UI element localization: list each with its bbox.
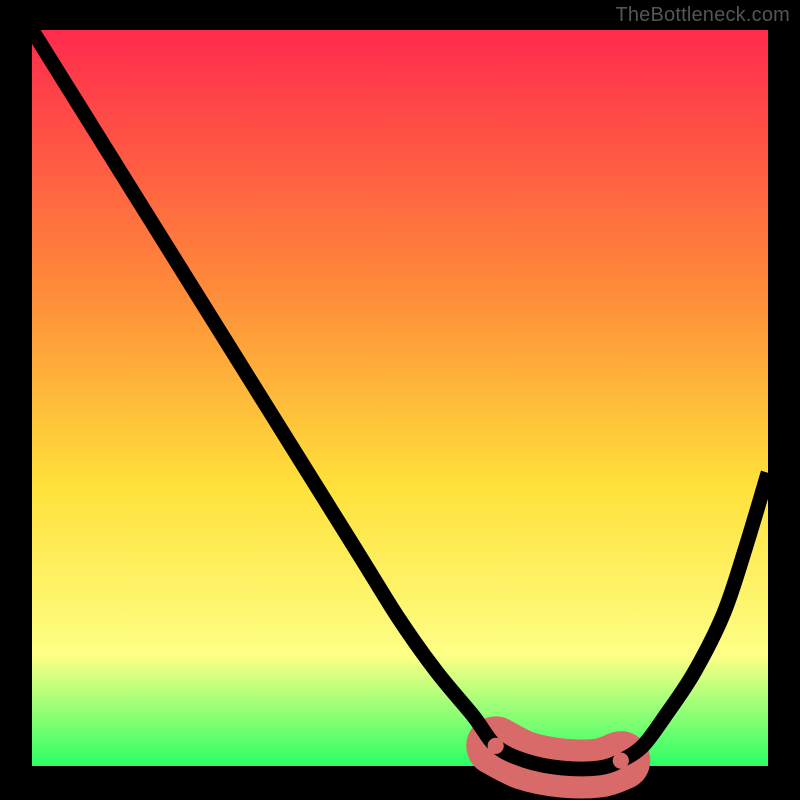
- highlight-dot-right: [613, 753, 629, 769]
- chart-frame: TheBottleneck.com: [0, 0, 800, 800]
- highlight-dot-left: [488, 738, 504, 754]
- plot-area: [32, 30, 768, 768]
- watermark-text: TheBottleneck.com: [615, 4, 790, 27]
- curve-svg: [32, 30, 768, 768]
- bottleneck-curve-line: [32, 30, 768, 769]
